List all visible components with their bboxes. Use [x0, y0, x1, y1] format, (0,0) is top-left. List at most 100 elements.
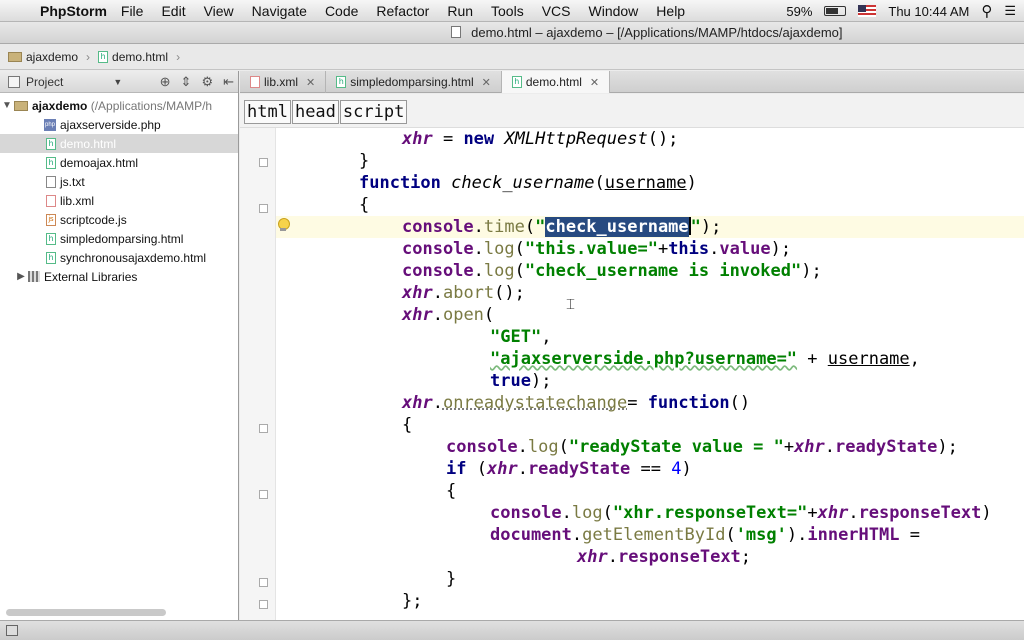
tree-file-selected[interactable]: h demo.html: [0, 134, 238, 153]
menu-view[interactable]: View: [204, 3, 234, 19]
tree-file-label: js.txt: [60, 174, 85, 189]
chevron-right-icon: ›: [176, 49, 181, 64]
tree-file-label: lib.xml: [60, 193, 95, 208]
tree-external-label: External Libraries: [44, 269, 138, 284]
code-line: "ajaxserverside.php?username=" + usernam…: [490, 349, 920, 369]
tree-file[interactable]: js.txt: [0, 172, 238, 191]
menu-file[interactable]: File: [121, 3, 144, 19]
code-line: xhr.responseText;: [577, 547, 752, 567]
window-title-bar: demo.html – ajaxdemo – [/Applications/MA…: [0, 22, 1024, 44]
project-panel-header: Project ▼ ⊕ ⇕ ⚙ ⇤: [0, 71, 238, 93]
folder-icon: [14, 100, 28, 111]
mouse-ibeam-cursor-icon: ⌶: [566, 296, 576, 313]
xml-file-icon: [46, 194, 56, 207]
code-line: console.log("xhr.responseText="+xhr.resp…: [490, 503, 992, 523]
menu-code[interactable]: Code: [325, 3, 358, 19]
code-line: {: [402, 415, 413, 435]
navigation-bar: ajaxdemo › h demo.html ›: [0, 44, 1024, 70]
html-file-icon: h: [336, 76, 347, 88]
code-editor[interactable]: xhr = new XMLHttpRequest(); } function c…: [240, 128, 1024, 620]
html-file-icon: h: [46, 137, 56, 150]
tree-file[interactable]: lib.xml: [0, 191, 238, 210]
html-file-icon: h: [511, 76, 522, 88]
menu-edit[interactable]: Edit: [161, 3, 185, 19]
tree-file[interactable]: h synchronousajaxdemo.html: [0, 248, 238, 267]
close-icon[interactable]: ✕: [306, 76, 315, 89]
app-menu[interactable]: PhpStorm: [40, 3, 107, 19]
tab-label: simpledomparsing.html: [350, 75, 474, 89]
tree-file-label: simpledomparsing.html: [60, 231, 184, 246]
intention-lightbulb-icon[interactable]: [277, 218, 290, 232]
menu-vcs[interactable]: VCS: [542, 3, 571, 19]
menu-tools[interactable]: Tools: [491, 3, 524, 19]
battery-icon[interactable]: [824, 6, 847, 16]
tree-root-label: ajaxdemo: [32, 98, 88, 113]
fold-marker-icon[interactable]: [259, 490, 268, 499]
tool-windows-toggle-icon[interactable]: [6, 625, 18, 636]
nav-crumb-project[interactable]: ajaxdemo: [8, 50, 78, 64]
tree-root-path: (/Applications/MAMP/h: [90, 98, 213, 113]
fold-marker-icon[interactable]: [259, 158, 268, 167]
menu-window[interactable]: Window: [589, 3, 639, 19]
tab-label: demo.html: [525, 75, 582, 89]
project-panel-title[interactable]: Project: [26, 75, 63, 89]
tag-crumb-html[interactable]: html: [244, 100, 291, 124]
scroll-from-source-icon[interactable]: ⊕: [160, 74, 171, 90]
tree-file[interactable]: php ajaxserverside.php: [0, 115, 238, 134]
project-view-icon: [8, 75, 20, 88]
dropdown-arrow-icon[interactable]: ▼: [113, 77, 122, 87]
tree-file[interactable]: h simpledomparsing.html: [0, 229, 238, 248]
nav-crumb-file[interactable]: h demo.html: [98, 50, 168, 64]
collapsed-arrow-icon[interactable]: ▶: [14, 271, 28, 282]
expand-arrow-icon[interactable]: ▼: [0, 100, 14, 111]
settings-gear-icon[interactable]: ⚙: [201, 74, 213, 90]
fold-marker-icon[interactable]: [259, 204, 268, 213]
horizontal-scrollbar[interactable]: [6, 609, 166, 616]
notification-list-icon[interactable]: ☰: [1004, 3, 1016, 19]
code-line: true);: [490, 371, 552, 391]
close-icon[interactable]: ✕: [590, 76, 599, 89]
menu-refactor[interactable]: Refactor: [376, 3, 429, 19]
code-line: "GET",: [490, 327, 552, 347]
tag-crumb-head[interactable]: head: [291, 100, 339, 124]
tree-file[interactable]: h demoajax.html: [0, 153, 238, 172]
status-bar: [0, 620, 1024, 640]
html-file-icon: h: [46, 251, 56, 264]
code-line: };: [402, 591, 423, 611]
hide-panel-icon[interactable]: ⇤: [223, 74, 234, 90]
tag-crumb-script[interactable]: script: [339, 100, 408, 124]
editor-tabs: lib.xml ✕ h simpledomparsing.html ✕ h de…: [240, 71, 1024, 93]
fold-marker-icon[interactable]: [259, 424, 268, 433]
code-line: xhr.open(: [402, 305, 495, 325]
menu-run[interactable]: Run: [447, 3, 473, 19]
xml-file-icon: [250, 76, 260, 88]
project-tree: ▼ ajaxdemo (/Applications/MAMP/h php aja…: [0, 93, 238, 286]
tab-lib-xml[interactable]: lib.xml ✕: [240, 71, 327, 93]
fold-marker-icon[interactable]: [259, 600, 268, 609]
battery-percent: 59%: [786, 3, 813, 19]
menubar-status: 59% Thu 10:44 AM ⚲ ☰: [774, 0, 1024, 22]
tree-file[interactable]: js scriptcode.js: [0, 210, 238, 229]
menu-navigate[interactable]: Navigate: [252, 3, 307, 19]
spotlight-search-icon[interactable]: ⚲: [981, 2, 992, 20]
menu-bar: PhpStorm File Edit View Navigate Code Re…: [0, 0, 1024, 22]
tree-root[interactable]: ▼ ajaxdemo (/Applications/MAMP/h: [0, 96, 238, 115]
code-line: xhr = new XMLHttpRequest();: [402, 129, 679, 149]
tree-external-libraries[interactable]: ▶ External Libraries: [0, 267, 238, 286]
tab-demo-html[interactable]: h demo.html ✕: [501, 71, 611, 93]
php-file-icon: php: [44, 118, 56, 131]
code-line: {: [359, 195, 370, 215]
input-source-flag-icon[interactable]: [858, 5, 877, 17]
tab-simpledomparsing[interactable]: h simpledomparsing.html ✕: [326, 71, 502, 93]
code-line: console.log("this.value="+this.value);: [402, 239, 792, 259]
html-file-icon: h: [46, 232, 56, 245]
collapse-all-icon[interactable]: ⇕: [181, 74, 192, 90]
tree-file-label: synchronousajaxdemo.html: [60, 250, 207, 265]
js-file-icon: js: [46, 213, 56, 226]
close-icon[interactable]: ✕: [482, 76, 491, 89]
fold-marker-icon[interactable]: [259, 578, 268, 587]
code-line: console.log("check_username is invoked")…: [402, 261, 822, 281]
nav-file-label: demo.html: [112, 49, 169, 64]
clock[interactable]: Thu 10:44 AM: [888, 4, 969, 19]
menu-help[interactable]: Help: [656, 3, 685, 19]
